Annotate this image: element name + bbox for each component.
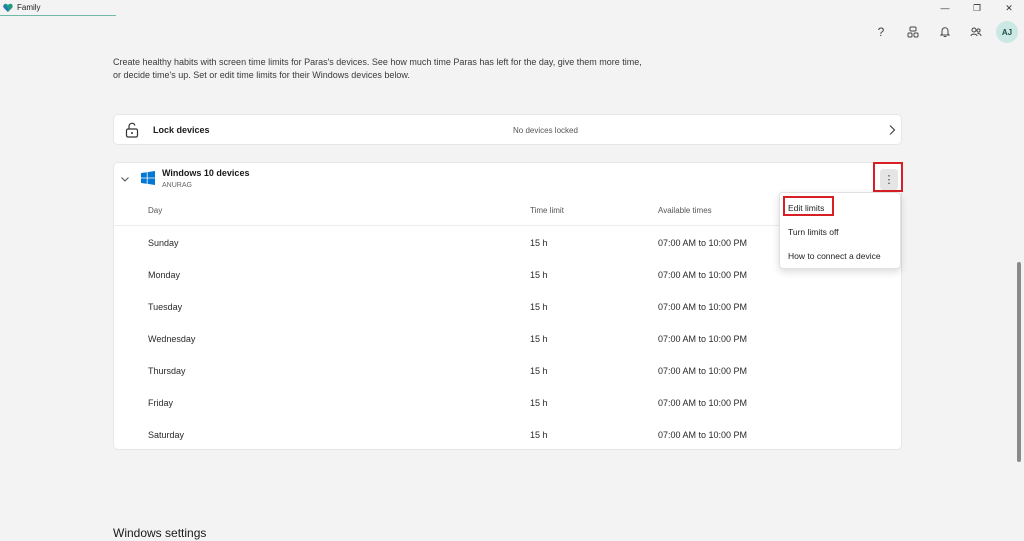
app-title: Family bbox=[17, 3, 41, 12]
row-time-limit: 15 h bbox=[530, 398, 548, 408]
menu-item-connect-device[interactable]: How to connect a device bbox=[788, 251, 881, 261]
row-day: Tuesday bbox=[148, 302, 183, 312]
table-row: Thursday 15 h 07:00 AM to 10:00 PM bbox=[114, 355, 901, 387]
row-time-limit: 15 h bbox=[530, 334, 548, 344]
intro-text: Create healthy habits with screen time l… bbox=[113, 57, 642, 80]
row-time-limit: 15 h bbox=[530, 302, 548, 312]
row-day: Monday bbox=[148, 270, 181, 280]
device-name: ANURAG bbox=[162, 182, 192, 189]
family-members-icon[interactable] bbox=[966, 22, 986, 42]
row-available-times: 07:00 AM to 10:00 PM bbox=[658, 430, 748, 440]
title-bar: Family — ❐ ✕ bbox=[0, 0, 1024, 16]
bell-icon[interactable] bbox=[935, 22, 955, 42]
scrollbar-thumb[interactable] bbox=[1017, 262, 1021, 462]
column-time-limit: Time limit bbox=[530, 206, 564, 215]
row-available-times: 07:00 AM to 10:00 PM bbox=[658, 398, 748, 408]
row-day: Saturday bbox=[148, 430, 185, 440]
row-available-times: 07:00 AM to 10:00 PM bbox=[658, 270, 748, 280]
column-available-times: Available times bbox=[658, 206, 712, 215]
row-day: Sunday bbox=[148, 238, 179, 248]
lock-devices-label: Lock devices bbox=[153, 125, 210, 135]
table-row: Tuesday 15 h 07:00 AM to 10:00 PM bbox=[114, 291, 901, 323]
row-available-times: 07:00 AM to 10:00 PM bbox=[658, 302, 748, 312]
restore-button[interactable]: ❐ bbox=[962, 0, 992, 16]
row-time-limit: 15 h bbox=[530, 430, 548, 440]
family-heart-icon bbox=[3, 3, 13, 12]
row-day: Wednesday bbox=[148, 334, 196, 344]
devices-title: Windows 10 devices bbox=[162, 168, 250, 178]
connections-icon[interactable] bbox=[903, 22, 923, 42]
connections-glyph-icon bbox=[907, 26, 919, 38]
column-day: Day bbox=[148, 206, 163, 215]
chevron-right-icon bbox=[889, 125, 896, 135]
row-available-times: 07:00 AM to 10:00 PM bbox=[658, 334, 748, 344]
unlock-icon bbox=[125, 122, 139, 138]
close-button[interactable]: ✕ bbox=[994, 0, 1024, 16]
minimize-button[interactable]: — bbox=[930, 0, 960, 16]
bell-glyph-icon bbox=[939, 27, 951, 38]
more-options-highlight bbox=[873, 162, 903, 192]
row-available-times: 07:00 AM to 10:00 PM bbox=[658, 366, 748, 376]
row-time-limit: 15 h bbox=[530, 238, 548, 248]
row-day: Friday bbox=[148, 398, 174, 408]
row-day: Thursday bbox=[148, 366, 186, 376]
people-glyph-icon bbox=[970, 27, 982, 37]
help-icon[interactable]: ? bbox=[871, 22, 891, 42]
menu-item-turn-limits-off[interactable]: Turn limits off bbox=[788, 227, 839, 237]
table-row: Wednesday 15 h 07:00 AM to 10:00 PM bbox=[114, 323, 901, 355]
row-time-limit: 15 h bbox=[530, 270, 548, 280]
lock-devices-card[interactable]: Lock devices No devices locked bbox=[113, 114, 902, 145]
row-available-times: 07:00 AM to 10:00 PM bbox=[658, 238, 748, 248]
table-row: Saturday 15 h 07:00 AM to 10:00 PM bbox=[114, 419, 901, 451]
chevron-down-icon[interactable] bbox=[120, 174, 130, 184]
row-time-limit: 15 h bbox=[530, 366, 548, 376]
windows-logo-icon bbox=[141, 171, 155, 185]
app-tab[interactable]: Family bbox=[0, 0, 116, 16]
lock-status-text: No devices locked bbox=[513, 126, 578, 135]
table-row: Friday 15 h 07:00 AM to 10:00 PM bbox=[114, 387, 901, 419]
windows-settings-heading: Windows settings bbox=[113, 526, 207, 540]
edit-limits-highlight bbox=[783, 196, 834, 216]
